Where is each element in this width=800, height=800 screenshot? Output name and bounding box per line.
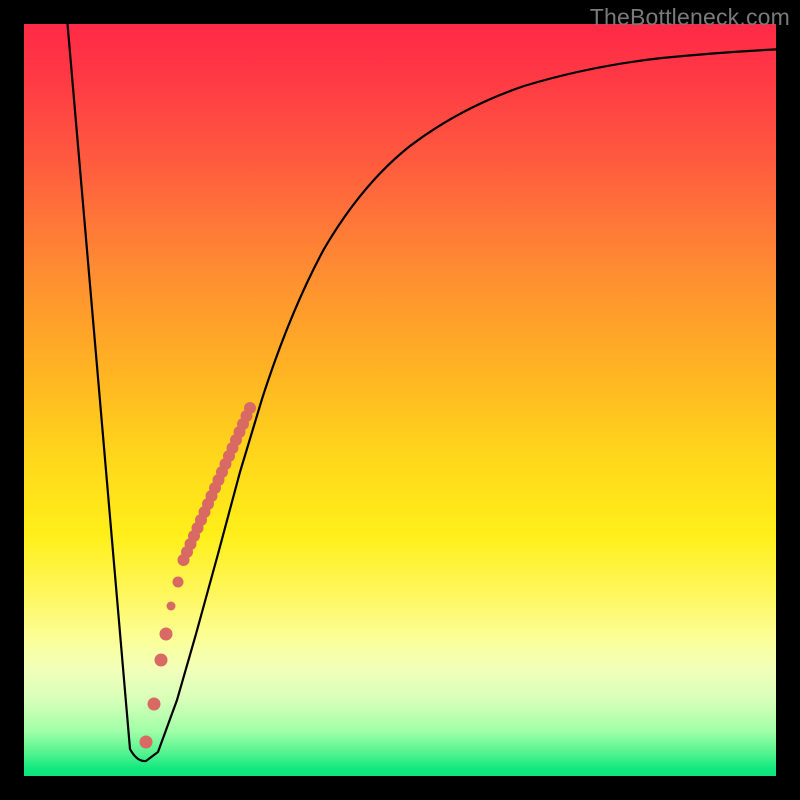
bottleneck-curve [67, 24, 776, 761]
bottleneck-curve-svg [24, 24, 776, 776]
chart-frame: TheBottleneck.com [0, 0, 800, 800]
highlighted-points [140, 402, 257, 749]
watermark-text: TheBottleneck.com [590, 4, 790, 31]
plot-area [24, 24, 776, 776]
